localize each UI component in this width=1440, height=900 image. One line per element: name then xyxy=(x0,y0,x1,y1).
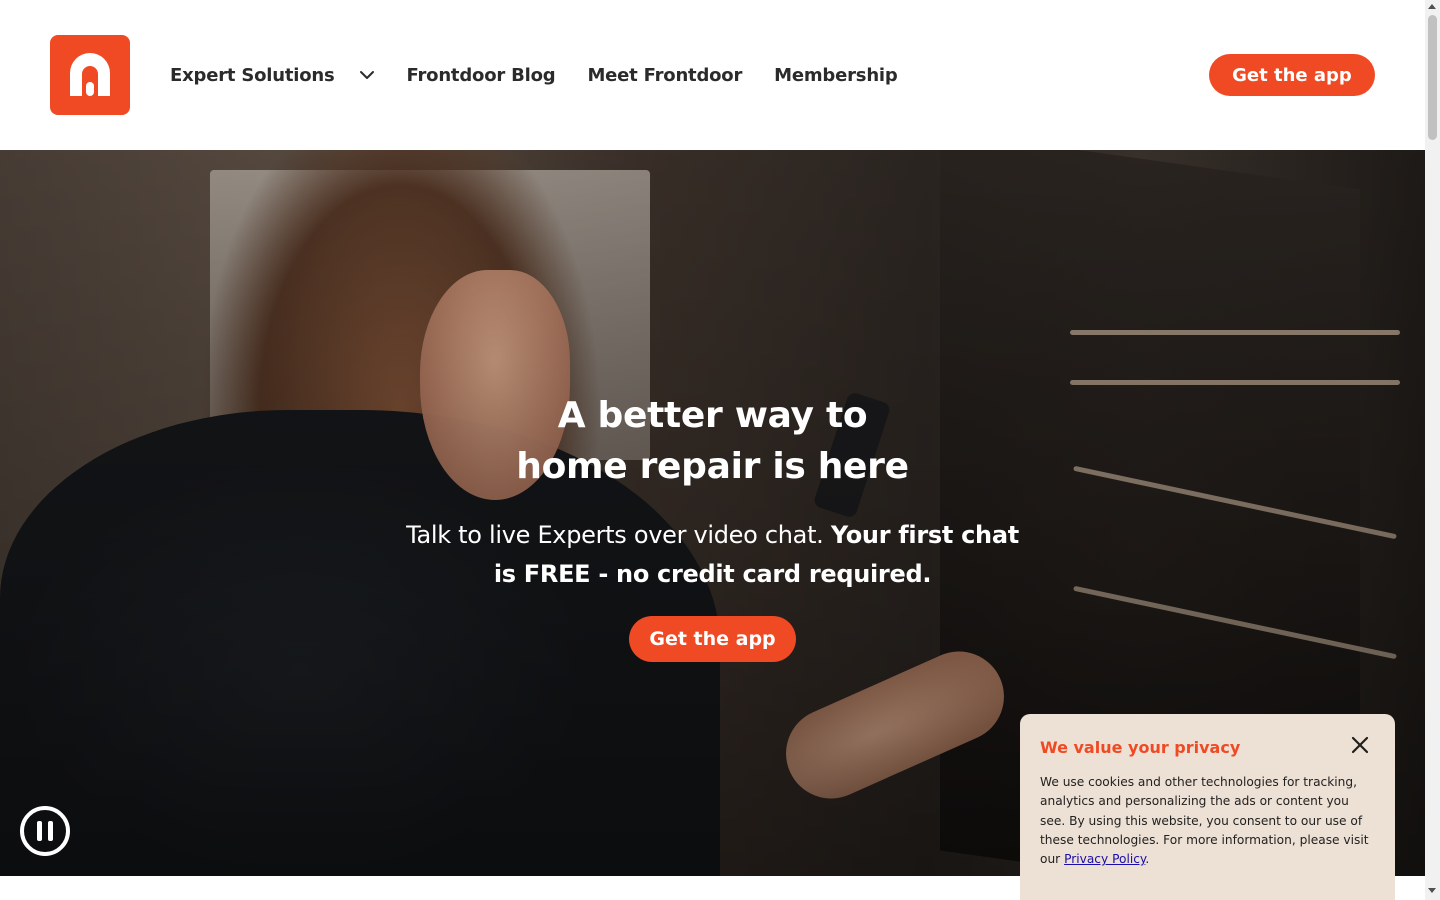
pause-bar-right xyxy=(48,821,53,841)
frontdoor-logo[interactable] xyxy=(50,35,130,115)
chevron-down-icon[interactable] xyxy=(359,67,375,83)
hero-title-line-1: A better way to xyxy=(557,395,868,436)
hero-title-line-2: home repair is here xyxy=(516,446,909,487)
hero-content: A better way to home repair is here Talk… xyxy=(400,390,1025,594)
close-icon[interactable] xyxy=(1350,735,1370,755)
nav-expert-solutions[interactable]: Expert Solutions xyxy=(170,65,375,86)
page-scrollbar[interactable] xyxy=(1425,0,1440,900)
nav-frontdoor-blog[interactable]: Frontdoor Blog xyxy=(407,65,556,86)
logo-arch-icon xyxy=(70,53,110,96)
cookie-banner: We value your privacy We use cookies and… xyxy=(1020,714,1395,900)
hero-subtitle-plain: Talk to live Experts over video chat. xyxy=(406,521,831,549)
scrollbar-thumb[interactable] xyxy=(1428,15,1437,140)
scroll-down-arrow-icon[interactable] xyxy=(1428,888,1436,893)
hero-subtitle: Talk to live Experts over video chat. Yo… xyxy=(400,516,1025,594)
scroll-up-arrow-icon[interactable] xyxy=(1428,4,1436,9)
hero-get-app-button[interactable]: Get the app xyxy=(629,616,796,662)
cookie-body-end: . xyxy=(1145,852,1150,867)
pause-bar-left xyxy=(37,821,42,841)
main-nav: Expert Solutions Frontdoor Blog Meet Fro… xyxy=(170,62,898,88)
hero-title: A better way to home repair is here xyxy=(400,390,1025,492)
header-get-app-button[interactable]: Get the app xyxy=(1209,54,1375,96)
pause-icon[interactable] xyxy=(20,806,70,856)
nav-membership[interactable]: Membership xyxy=(774,65,898,86)
privacy-policy-link[interactable]: Privacy Policy xyxy=(1064,852,1145,866)
cookie-body: We use cookies and other technologies fo… xyxy=(1040,773,1375,869)
nav-expert-solutions-label: Expert Solutions xyxy=(170,64,335,86)
site-header: Expert Solutions Frontdoor Blog Meet Fro… xyxy=(0,0,1425,150)
nav-meet-frontdoor[interactable]: Meet Frontdoor xyxy=(587,65,742,86)
cookie-title: We value your privacy xyxy=(1040,738,1241,757)
